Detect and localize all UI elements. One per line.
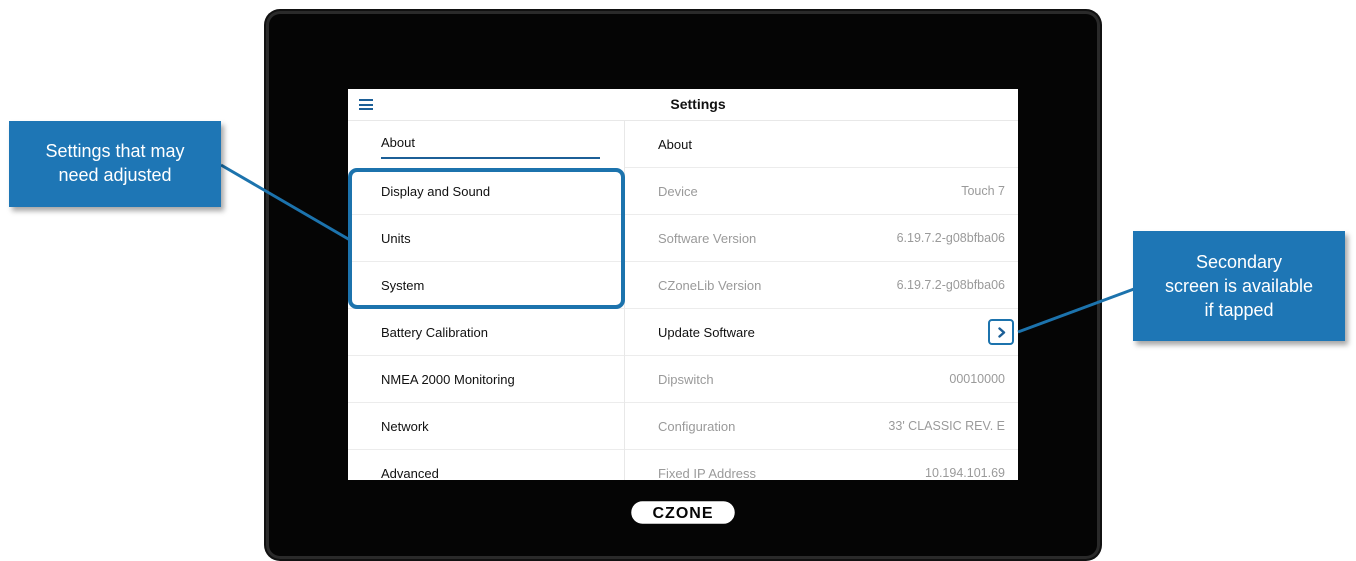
sidebar-item-label: Network xyxy=(381,419,429,434)
chevron-right-icon xyxy=(998,327,1006,338)
info-value: 6.19.7.2-g08bfba06 xyxy=(896,231,1005,245)
czone-logo: CZONE xyxy=(630,500,736,525)
sidebar-item-network[interactable]: Network xyxy=(348,403,624,450)
section-heading: About xyxy=(658,137,692,152)
info-label: Dipswitch xyxy=(658,372,714,387)
info-label: Fixed IP Address xyxy=(658,466,757,480)
sidebar-item-about[interactable]: About xyxy=(348,121,624,168)
sidebar-item-label: About xyxy=(381,135,415,150)
info-row-fixed-ip-address: Fixed IP Address 10.194.101.69 xyxy=(625,450,1018,480)
info-label: Software Version xyxy=(658,231,757,246)
active-tab-indicator xyxy=(381,157,600,159)
sidebar-item-battery-calibration[interactable]: Battery Calibration xyxy=(348,309,624,356)
update-software-button[interactable] xyxy=(988,319,1014,345)
info-label: CZoneLib Version xyxy=(658,278,762,293)
about-header-row: About xyxy=(625,121,1018,168)
info-label: Configuration xyxy=(658,419,736,434)
info-label: Update Software xyxy=(658,325,755,340)
callout-secondary-screen: Secondary screen is available if tapped xyxy=(1133,231,1345,341)
info-row-software-version: Software Version 6.19.7.2-g08bfba06 xyxy=(625,215,1018,262)
title-bar: Settings xyxy=(348,89,1018,121)
sidebar-item-label: Battery Calibration xyxy=(381,325,488,340)
info-row-czonelib-version: CZoneLib Version 6.19.7.2-g08bfba06 xyxy=(625,262,1018,309)
info-label: Device xyxy=(658,184,698,199)
callout-settings-adjust: Settings that may need adjusted xyxy=(9,121,221,207)
logo-text: CZONE xyxy=(653,505,714,522)
sidebar-item-label: NMEA 2000 Monitoring xyxy=(381,372,515,387)
callout-line: need adjusted xyxy=(58,165,172,185)
czone-logo-mark: CZONE xyxy=(631,501,735,524)
update-software-row[interactable]: Update Software xyxy=(625,309,1018,356)
about-panel: About Device Touch 7 Software Version 6.… xyxy=(625,121,1018,480)
info-row-dipswitch: Dipswitch 00010000 xyxy=(625,356,1018,403)
page-title: Settings xyxy=(670,96,726,112)
info-row-device: Device Touch 7 xyxy=(625,168,1018,215)
info-value: 10.194.101.69 xyxy=(925,466,1005,480)
info-value: Touch 7 xyxy=(961,184,1005,198)
sidebar-item-nmea-2000-monitoring[interactable]: NMEA 2000 Monitoring xyxy=(348,356,624,403)
callout-line: Settings that may xyxy=(45,141,185,161)
callout-line: if tapped xyxy=(1204,300,1274,320)
sidebar-item-label: Advanced xyxy=(381,466,439,480)
info-value: 33' CLASSIC REV. E xyxy=(888,419,1005,433)
info-value: 6.19.7.2-g08bfba06 xyxy=(896,278,1005,292)
callout-line: Secondary xyxy=(1195,252,1283,272)
callout-line: screen is available xyxy=(1164,276,1314,296)
sidebar-item-advanced[interactable]: Advanced xyxy=(348,450,624,480)
info-row-configuration: Configuration 33' CLASSIC REV. E xyxy=(625,403,1018,450)
highlight-box-settings-group xyxy=(348,168,625,309)
info-value: 00010000 xyxy=(949,372,1005,386)
